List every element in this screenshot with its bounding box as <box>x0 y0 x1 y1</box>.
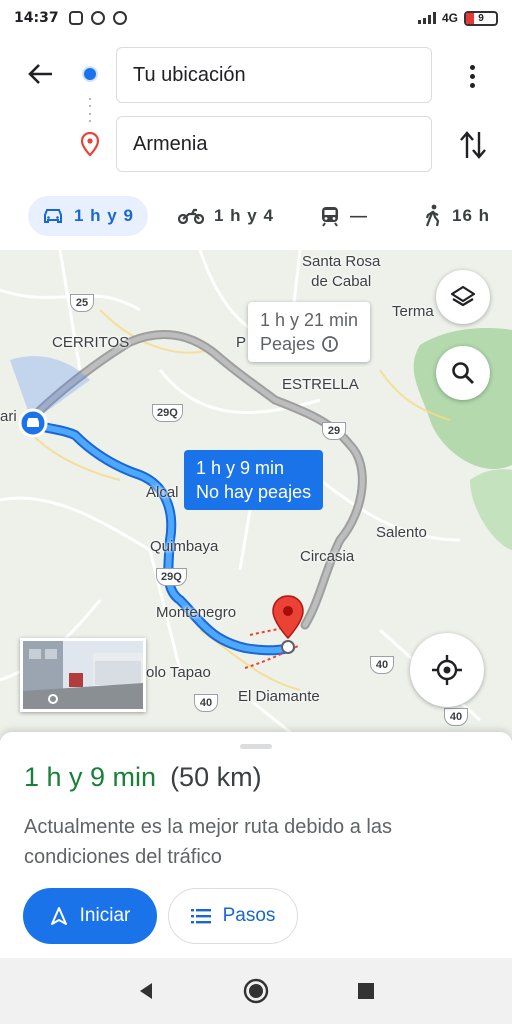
mode-walk-label: 16 h <box>452 206 491 225</box>
search-icon <box>452 362 474 384</box>
destination-field[interactable]: Armenia <box>116 116 432 172</box>
train-icon <box>322 207 338 227</box>
main-route-callout[interactable]: 1 h y 9 min No hay peajes <box>184 450 324 510</box>
swap-route-button[interactable] <box>458 128 488 162</box>
mode-walk[interactable]: 16 h <box>424 196 490 236</box>
navigation-arrow-icon <box>50 907 67 925</box>
mode-transit[interactable]: — <box>320 196 368 236</box>
my-location-button[interactable] <box>410 633 484 707</box>
layers-button[interactable] <box>436 270 490 324</box>
mode-motorcycle-label: 1 h y 4 <box>214 206 274 225</box>
network-type: 4G <box>441 11 458 25</box>
route-distance: (50 km) <box>170 762 262 792</box>
layers-icon <box>450 285 476 307</box>
nav-recents-button[interactable] <box>351 976 381 1006</box>
start-label: Iniciar <box>79 905 131 926</box>
place-el-diamante: El Diamante <box>238 688 320 705</box>
alt-route-time: 1 h y 21 min <box>260 310 359 330</box>
more-options-button[interactable] <box>460 60 484 92</box>
street-view-image <box>23 641 143 709</box>
motorcycle-icon <box>178 208 204 224</box>
b-app-icon <box>90 11 105 25</box>
shield-route-40-west: 40 <box>194 694 218 712</box>
place-salento: Salento <box>376 524 427 541</box>
route-duration: 1 h y 9 min <box>24 762 157 792</box>
destination-marker-icon <box>272 595 304 654</box>
status-notification-icons <box>68 11 127 25</box>
street-view-thumbnail[interactable] <box>20 638 146 712</box>
place-alcala: Alcal <box>146 484 179 501</box>
route-summary: 1 h y 9 min (50 km) <box>24 762 262 793</box>
battery-level: 9 <box>478 12 484 24</box>
crosshair-icon <box>432 655 462 685</box>
toll-icon <box>322 336 338 352</box>
shield-route-40-south: 40 <box>444 708 468 726</box>
status-right: 4G 9 <box>417 10 498 26</box>
chrome-icon <box>112 11 127 25</box>
mode-car-label: 1 h y 9 <box>74 206 134 225</box>
alt-route-note: Peajes <box>260 334 316 354</box>
shield-route-29q: 29Q <box>152 404 183 422</box>
battery-icon: 9 <box>464 10 498 26</box>
place-termales: Terma <box>392 303 434 320</box>
steps-button[interactable]: Pasos <box>168 888 298 944</box>
sheet-drag-handle[interactable] <box>240 744 272 749</box>
car-icon <box>44 209 62 223</box>
start-navigation-button[interactable]: Iniciar <box>23 888 157 944</box>
shield-route-29: 29 <box>322 422 346 440</box>
mode-transit-label: — <box>350 206 368 225</box>
mode-car[interactable]: 1 h y 9 <box>28 196 148 236</box>
shield-route-29q-south: 29Q <box>156 568 187 586</box>
map-view[interactable]: Santa Rosa de Cabal Terma CERRITOS P EST… <box>0 250 512 740</box>
steps-label: Pasos <box>222 905 276 926</box>
place-pereira: ari <box>0 408 17 425</box>
place-santa-rosa: Santa Rosa de Cabal <box>302 253 381 290</box>
route-details-sheet: 1 h y 9 min (50 km) Actualmente es la me… <box>0 732 512 958</box>
walking-icon <box>425 204 440 227</box>
main-route-time: 1 h y 9 min <box>196 458 285 478</box>
place-p: P <box>236 334 247 351</box>
shield-route-40-east: 40 <box>370 656 394 674</box>
place-quimbaya: Quimbaya <box>150 538 219 555</box>
square-recents-icon <box>358 983 374 999</box>
origin-dot-icon <box>84 68 96 80</box>
place-circasia: Circasia <box>300 548 355 565</box>
triangle-back-icon <box>140 983 152 999</box>
origin-value: Tu ubicación <box>133 63 246 86</box>
nav-back-button[interactable] <box>131 976 161 1006</box>
signal-icon <box>417 12 436 24</box>
route-description: Actualmente es la mejor ruta debido a la… <box>24 816 392 868</box>
directions-header: Tu ubicación Armenia 1 h y 9 1 h y 4 — 1… <box>0 36 512 250</box>
instagram-icon <box>68 11 83 25</box>
place-estrella: ESTRELLA <box>282 376 359 393</box>
alternative-route-callout[interactable]: 1 h y 21 min Peajes <box>248 302 371 362</box>
current-location-car-icon <box>18 408 48 438</box>
nav-home-button[interactable] <box>241 976 271 1006</box>
travel-modes: 1 h y 9 1 h y 4 — 16 h <box>0 196 512 240</box>
mode-motorcycle[interactable]: 1 h y 4 <box>178 196 274 236</box>
shield-route-25: 25 <box>70 294 94 312</box>
origin-field[interactable]: Tu ubicación <box>116 47 432 103</box>
place-pueblo-tapao: olo Tapao <box>146 664 211 681</box>
main-route-note: No hay peajes <box>196 482 312 502</box>
destination-value: Armenia <box>133 132 208 155</box>
home-circle-icon <box>243 978 269 1004</box>
place-cerritos: CERRITOS <box>52 334 130 351</box>
arrow-back-icon <box>28 64 52 84</box>
status-bar: 14:37 4G 9 <box>0 0 512 36</box>
system-nav-bar <box>0 958 512 1024</box>
route-connector-dots <box>89 98 91 122</box>
place-montenegro: Montenegro <box>156 604 237 621</box>
destination-pin-icon <box>80 132 100 156</box>
search-along-route-button[interactable] <box>436 346 490 400</box>
back-button[interactable] <box>22 56 58 92</box>
status-time: 14:37 <box>14 10 59 26</box>
list-icon <box>190 909 211 924</box>
